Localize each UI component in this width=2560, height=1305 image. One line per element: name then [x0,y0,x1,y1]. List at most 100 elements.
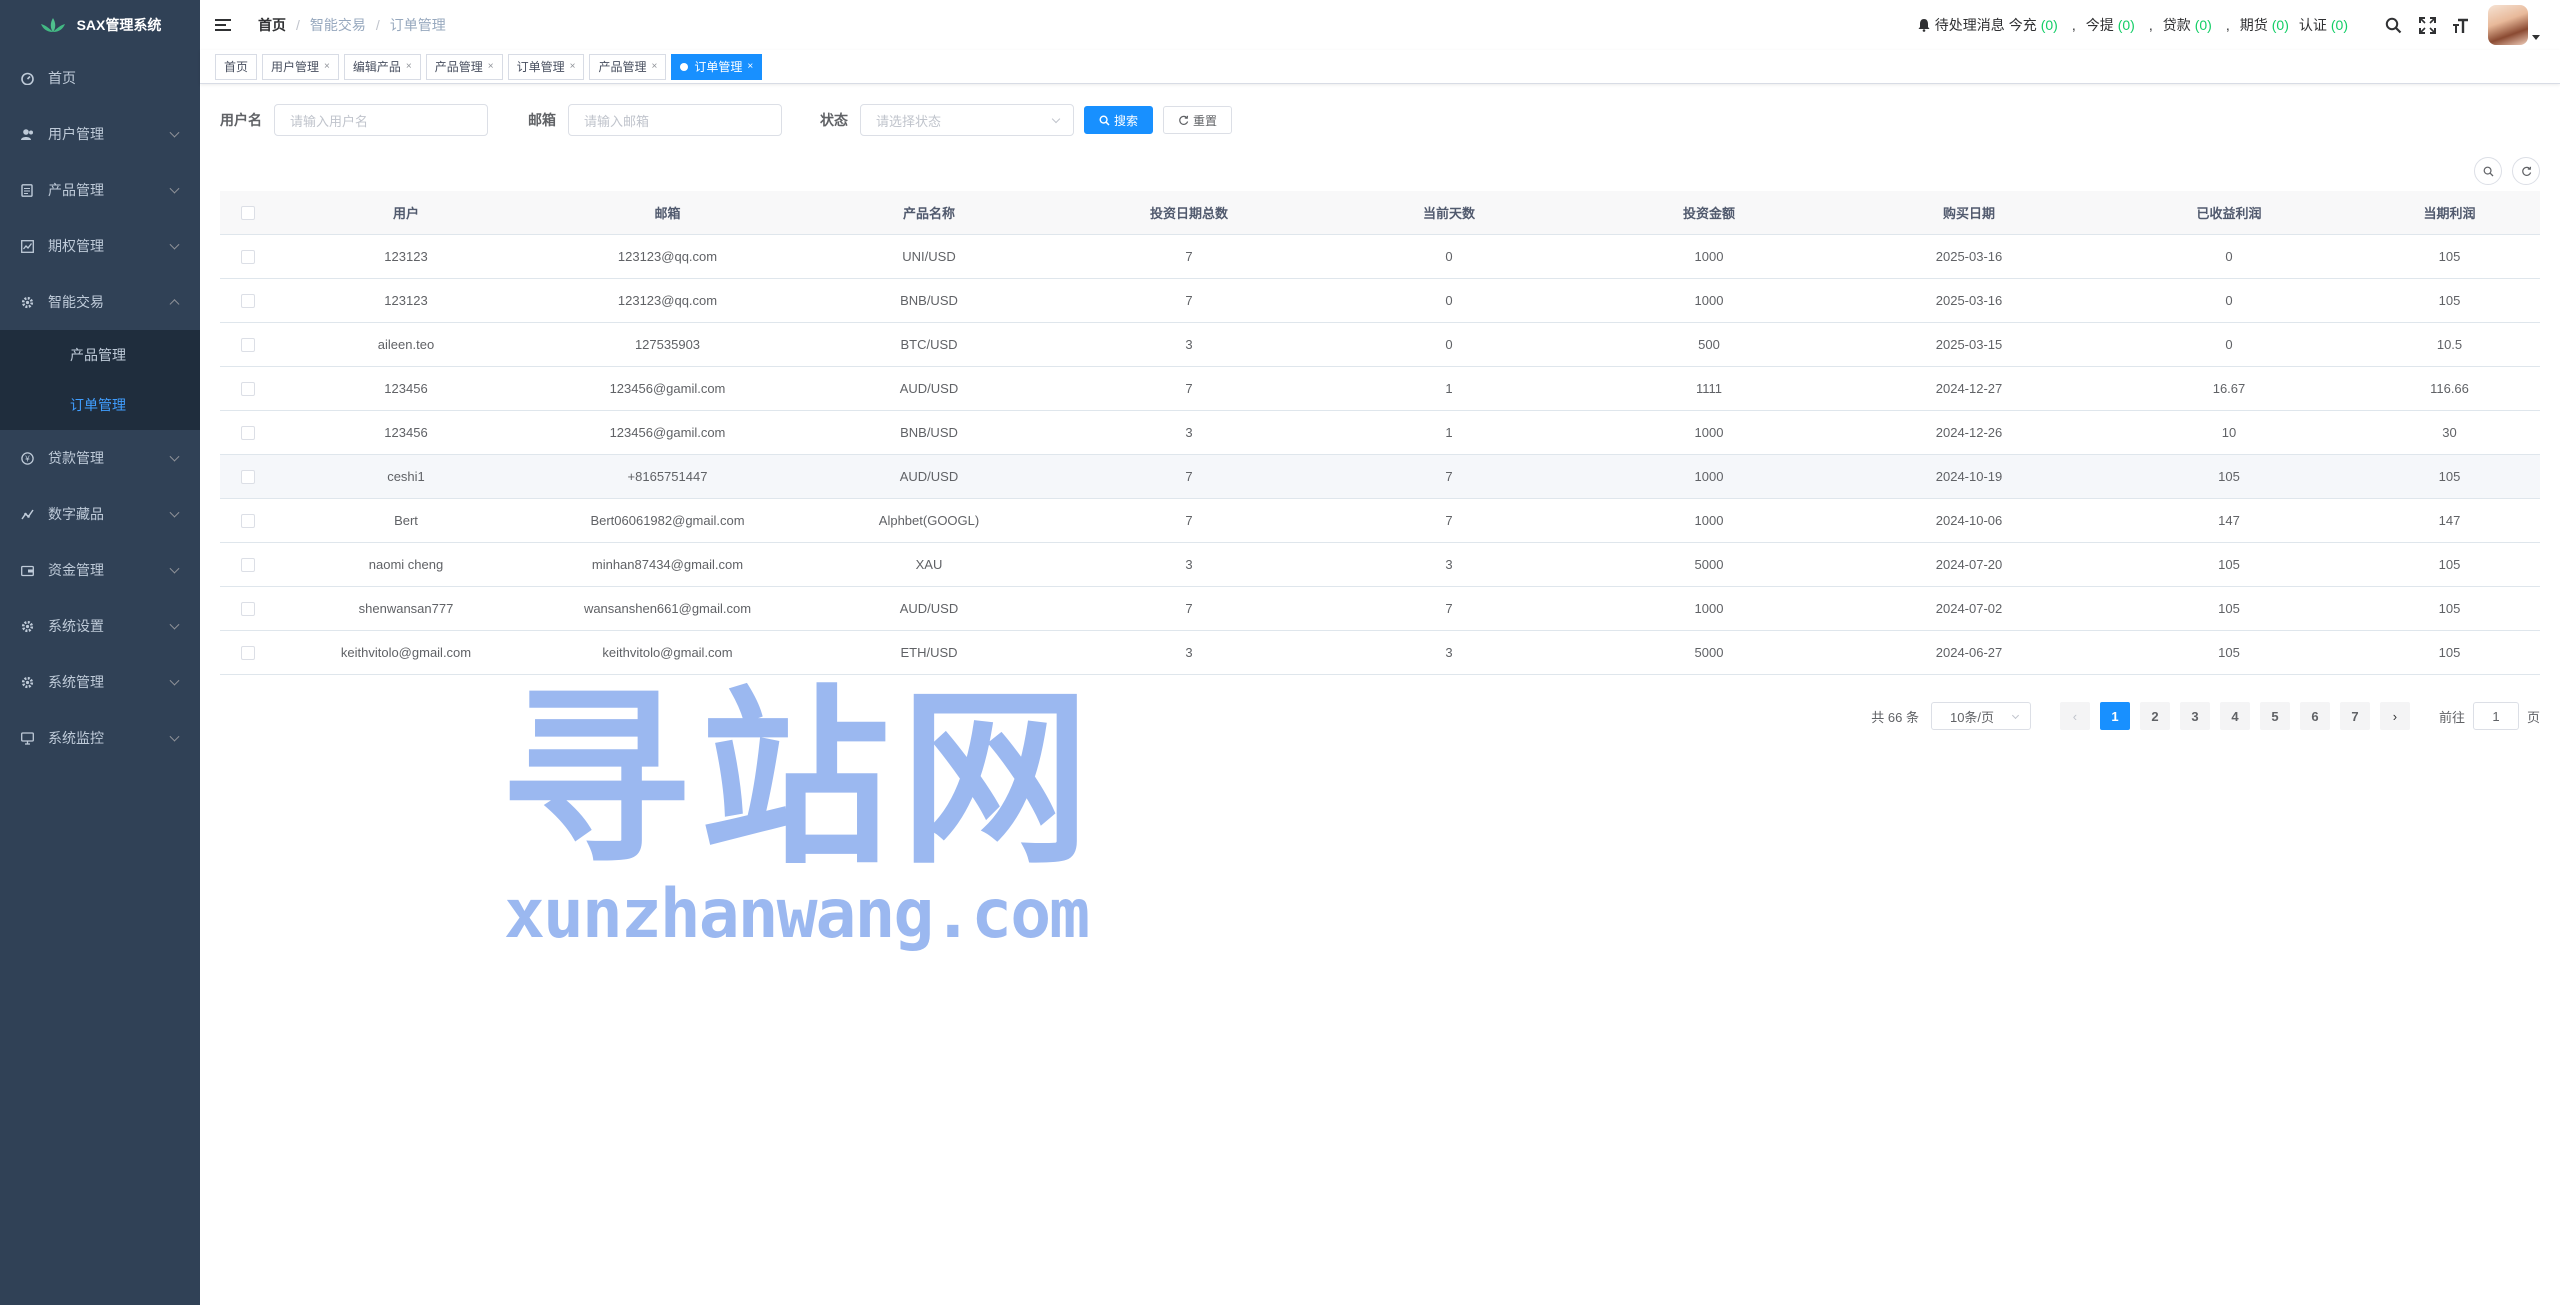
select-all-checkbox[interactable] [241,206,255,221]
close-icon[interactable]: × [651,55,657,79]
email-input[interactable]: 请输入邮箱 [568,104,782,136]
close-icon[interactable]: × [570,55,576,79]
table-cell: wansanshen661@gmail.com [536,586,799,631]
row-checkbox[interactable] [241,557,255,572]
row-checkbox[interactable] [241,645,255,660]
prev-page-button[interactable]: ‹ [2059,702,2090,730]
table-cell: 3 [1059,322,1319,367]
app-title: SAX管理系统 [76,17,162,33]
username-input[interactable]: 请输入用户名 [274,104,488,136]
sidebar-item-products[interactable]: 产品管理 [0,162,200,218]
table-row[interactable]: 123123 123123@qq.com UNI/USD 7 0 1000 20… [220,234,2540,279]
close-icon[interactable]: × [488,55,494,79]
hamburger-menu-icon[interactable] [215,15,235,35]
search-button[interactable]: 搜索 [1084,106,1154,134]
table-cell: 7 [1319,454,1579,499]
table-row[interactable]: ceshi1 +8165751447 AUD/USD 7 7 1000 2024… [220,454,2540,499]
page-button[interactable]: 5 [2259,702,2290,730]
close-icon[interactable]: × [324,55,330,79]
sidebar-item-digital-collections[interactable]: 数字藏品 [0,486,200,542]
column-header: 当期利润 [2359,191,2540,235]
page-size-select[interactable]: 10条/页 [1930,702,2031,730]
sidebar-item-funds[interactable]: 资金管理 [0,542,200,598]
caret-down-icon[interactable] [2532,34,2540,40]
sidebar-item-loans[interactable]: ¥ 贷款管理 [0,430,200,486]
table-row[interactable]: naomi cheng minhan87434@gmail.com XAU 3 … [220,542,2540,587]
table-cell: 7 [1059,278,1319,323]
status-select[interactable]: 请选择状态 [860,104,1074,136]
sidebar-item-system-management[interactable]: 系统管理 [0,654,200,710]
row-select-cell [220,454,276,499]
table-row[interactable]: 123123 123123@qq.com BNB/USD 7 0 1000 20… [220,278,2540,323]
table-cell: 105 [2359,542,2540,587]
toggle-search-button[interactable] [2474,157,2502,185]
page-button[interactable]: 6 [2299,702,2330,730]
sidebar-item-smart-trading[interactable]: 智能交易 [0,274,200,330]
sidebar-item-users[interactable]: 用户管理 [0,106,200,162]
table-cell: 1000 [1579,498,1839,543]
sidebar-item-system-settings[interactable]: 系统设置 [0,598,200,654]
sidebar-item-home[interactable]: 首页 [0,50,200,106]
close-icon[interactable]: × [406,55,412,79]
tag-home[interactable]: 首页 [215,53,258,80]
row-checkbox[interactable] [241,293,255,308]
tag-edit-product[interactable]: 编辑产品 × [343,53,421,80]
table-cell: 3 [1059,630,1319,675]
money-icon: ¥ [20,451,34,465]
row-checkbox[interactable] [241,249,255,264]
tag-order-management-active[interactable]: 订单管理 × [671,53,763,80]
table-cell: naomi cheng [276,542,536,587]
avatar[interactable] [2488,5,2528,45]
table-cell: 123123@qq.com [536,234,799,279]
row-checkbox[interactable] [241,425,255,440]
table-header-row: 用户 邮箱 产品名称 投资日期总数 当前天数 投资金额 购买日期 已收益利润 当… [220,191,2540,235]
notification-count-loan: (0) [2194,17,2212,33]
sidebar-item-system-monitor[interactable]: 系统监控 [0,710,200,766]
goto-page-input[interactable]: 1 [2472,702,2519,730]
sidebar-subitem-orders[interactable]: 订单管理 [0,380,200,430]
refresh-button[interactable] [2512,157,2540,185]
breadcrumb-item-home[interactable]: 首页 [258,15,286,35]
page-button[interactable]: 2 [2139,702,2170,730]
page-button[interactable]: 7 [2339,702,2370,730]
tag-product-management[interactable]: 产品管理 × [425,53,503,80]
sidebar-item-label: 贷款管理 [48,450,104,466]
table-row[interactable]: 123456 123456@gamil.com BNB/USD 3 1 1000… [220,410,2540,455]
row-checkbox[interactable] [241,337,255,352]
page-button[interactable]: 4 [2219,702,2250,730]
page-button[interactable]: 3 [2179,702,2210,730]
close-icon[interactable]: × [747,55,753,79]
tag-order-management[interactable]: 订单管理 × [507,53,585,80]
logo[interactable]: SAX管理系统 [0,0,200,50]
table-cell: +8165751447 [536,454,799,499]
reset-button[interactable]: 重置 [1163,106,1233,134]
row-checkbox[interactable] [241,469,255,484]
row-checkbox[interactable] [241,513,255,528]
table-row[interactable]: 123456 123456@gamil.com AUD/USD 7 1 1111… [220,366,2540,411]
chevron-down-icon [169,451,180,462]
sidebar-subitem-products[interactable]: 产品管理 [0,330,200,380]
table-row[interactable]: keithvitolo@gmail.com keithvitolo@gmail.… [220,630,2540,675]
page-button[interactable]: 1 [2099,702,2130,730]
table-cell: Bert06061982@gmail.com [536,498,799,543]
gear-icon [20,675,34,689]
table-row[interactable]: Bert Bert06061982@gmail.com Alphbet(GOOG… [220,498,2540,543]
table-cell: shenwansan777 [276,586,536,631]
refresh-icon [2521,166,2531,176]
fullscreen-icon[interactable] [2417,15,2437,35]
table-row[interactable]: aileen.teo 127535903 BTC/USD 3 0 500 202… [220,322,2540,367]
row-checkbox[interactable] [241,381,255,396]
table-cell: 123123@qq.com [536,278,799,323]
next-page-button[interactable]: › [2379,702,2410,730]
search-icon[interactable] [2383,15,2403,35]
font-size-icon[interactable] [2451,15,2471,35]
tag-user-management[interactable]: 用户管理 × [262,53,339,80]
table-cell: 3 [1319,542,1579,587]
table-row[interactable]: shenwansan777 wansanshen661@gmail.com AU… [220,586,2540,631]
table-cell: Alphbet(GOOGL) [799,498,1059,543]
table-cell: 1000 [1579,278,1839,323]
tag-product-management-2[interactable]: 产品管理 × [589,53,667,80]
sidebar-item-options[interactable]: 期权管理 [0,218,200,274]
pending-messages[interactable]: 待处理消息 今充 (0) , 今提 (0) , 贷款 (0) , 期货 (0) … [1917,15,2352,35]
row-checkbox[interactable] [241,601,255,616]
